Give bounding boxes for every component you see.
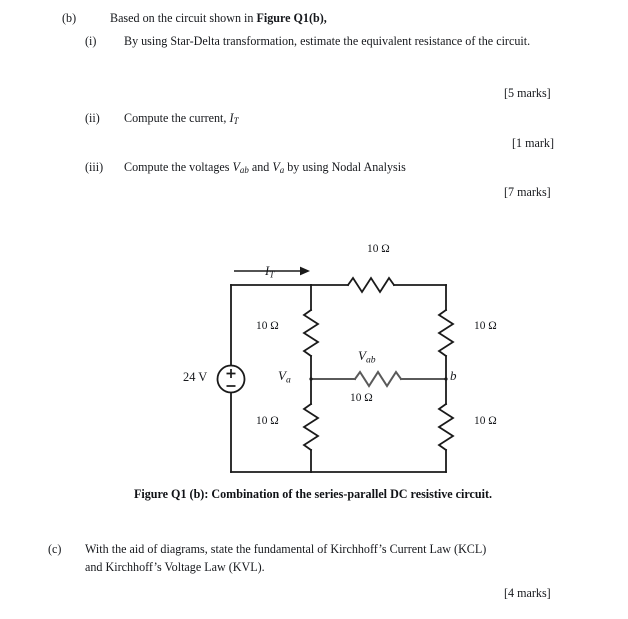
part-b-stem: Based on the circuit shown in Figure Q1(… [110,10,580,28]
bridge-voltage-label: Vab [358,348,376,365]
part-c-marks: [4 marks] [504,586,551,600]
bridge-voltage-subscript: ab [365,354,376,366]
part-b-letter: (b) [62,11,77,25]
exam-page: (b) Based on the circuit shown in Figure… [0,0,628,619]
node-b-dot [444,377,448,381]
current-arrow-head [300,266,310,276]
node-b-label: b [450,368,457,383]
subpart-ii-marks: [1 mark] [512,136,554,150]
resistor-bridge-zigzag [353,370,403,388]
node-a-dot [309,377,313,381]
voltage-source-symbol [216,364,246,394]
part-c-letter: (c) [48,542,62,556]
resistor-bridge-label: 10 Ω [350,392,373,404]
resistor-left-lower-label: 10 Ω [256,415,279,427]
resistor-right-lower-zigzag [437,402,455,452]
subpart-iii-text-mid: and [248,160,273,174]
voltage-source-label: 24 V [183,370,208,384]
bridge-voltage-symbol: V [358,348,366,363]
subpart-iii-text: Compute the voltages Vab and Va by using… [124,159,564,180]
node-a-label: Va [278,368,291,385]
subpart-ii-text: Compute the current, IT [124,110,561,131]
subpart-iii-marks: [7 marks] [504,185,551,199]
subpart-iii-numeral: (iii) [85,160,104,174]
current-label-subscript: T [269,270,275,281]
part-c-line1: With the aid of diagrams, state the fund… [85,542,487,556]
current-label-it: IT [265,264,274,280]
voltage-source-plus-icon [226,369,236,378]
subpart-iii-symbol-va: V [272,160,280,174]
resistor-left-upper-label: 10 Ω [256,320,279,332]
part-b-stem-prefix: Based on the circuit shown in [110,11,257,25]
resistor-left-upper-zigzag [302,308,320,358]
resistor-right-upper-zigzag [437,308,455,358]
resistor-left-lower-zigzag [302,402,320,452]
subpart-i-text: By using Star-Delta transformation, esti… [124,34,531,48]
subpart-ii-numeral: (ii) [85,111,100,125]
subpart-i-numeral: (i) [85,34,97,48]
voltage-source-circle [216,364,246,394]
subpart-iii-symbol-vab: V [232,160,240,174]
resistor-top-zigzag [346,276,396,294]
figure-caption: Figure Q1 (b): Combination of the series… [134,487,493,501]
subpart-ii-text-prefix: Compute the current, [124,111,230,125]
subpart-i-marks: [5 marks] [504,86,551,100]
subpart-ii-symbol-current-subscript: T [233,116,239,127]
part-b-stem-figure-ref: Figure Q1(b), [256,11,327,25]
subpart-iii-symbol-vab-subscript: ab [239,165,249,176]
node-a-symbol: V [278,368,286,383]
subpart-iii-text-suffix: by using Nodal Analysis [284,160,406,174]
resistor-right-upper-label: 10 Ω [474,320,497,332]
subpart-iii-text-prefix: Compute the voltages [124,160,233,174]
resistor-right-lower-label: 10 Ω [474,415,497,427]
part-c-line2: and Kirchhoff’s Voltage Law (KVL). [85,560,265,574]
resistor-top-label: 10 Ω [367,243,390,255]
node-a-subscript: a [285,374,291,386]
